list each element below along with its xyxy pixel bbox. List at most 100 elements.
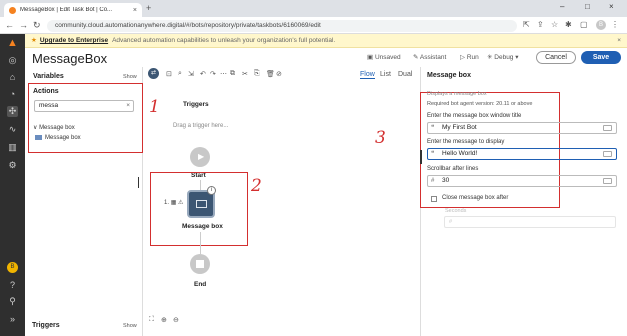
quote-icon: ❝ bbox=[431, 125, 435, 131]
extensions-icon[interactable]: ✱ bbox=[565, 20, 572, 29]
logo-icon: ▲ bbox=[7, 37, 18, 49]
browser-tab-bar: MessageBox | Edit Task Bot | Co... × + –… bbox=[0, 0, 627, 17]
close-banner-icon[interactable]: × bbox=[617, 34, 621, 48]
help-icon[interactable]: ? bbox=[7, 280, 18, 291]
version-requirement: Required bot agent version: 20.11 or abo… bbox=[427, 101, 533, 107]
automation-icon[interactable]: ✣ bbox=[7, 106, 18, 117]
triggers-show-link[interactable]: Show bbox=[123, 323, 137, 329]
disable-icon[interactable]: ⊘ bbox=[276, 70, 282, 78]
cancel-button[interactable]: Cancel bbox=[536, 51, 576, 64]
insert-variable-icon[interactable] bbox=[603, 178, 612, 184]
forward-icon[interactable]: → bbox=[19, 20, 28, 30]
panel-resize-handle[interactable] bbox=[138, 177, 139, 188]
number-icon: # bbox=[431, 178, 435, 184]
close-tab-icon[interactable]: × bbox=[133, 7, 137, 14]
settings-icon[interactable]: ⚙ bbox=[7, 160, 18, 171]
node-label: Message box bbox=[182, 223, 223, 230]
copy-icon[interactable]: ⧉ bbox=[230, 70, 235, 78]
run-icon: ▷ bbox=[460, 54, 467, 61]
undo-icon[interactable]: ↶ bbox=[200, 70, 206, 78]
explore-icon[interactable]: ◎ bbox=[7, 55, 18, 66]
insert-variable-icon[interactable] bbox=[603, 151, 612, 157]
zoom-in-icon[interactable]: ⊕ bbox=[161, 316, 167, 324]
action-group[interactable]: ∨ Message box bbox=[33, 124, 75, 131]
upgrade-banner: ★ Upgrade to Enterprise Advanced automatio… bbox=[25, 34, 627, 48]
browser-tab[interactable]: MessageBox | Edit Task Bot | Co... × bbox=[4, 3, 142, 17]
bookmark-star-icon[interactable]: ☆ bbox=[551, 20, 558, 29]
upgrade-link[interactable]: Upgrade to Enterprise bbox=[40, 37, 108, 44]
annotation-1: 1 bbox=[149, 97, 160, 117]
action-item-message-box[interactable]: Message box bbox=[35, 135, 81, 141]
annotation-2: 2 bbox=[251, 176, 262, 196]
share-icon[interactable]: ⇪ bbox=[537, 20, 544, 29]
scrollbar-lines-value: 30 bbox=[442, 177, 450, 184]
start-node[interactable]: ▶ bbox=[190, 147, 210, 167]
seconds-input[interactable]: # bbox=[444, 216, 616, 228]
notifications-icon[interactable]: ⚲ bbox=[7, 296, 18, 307]
user-badge-icon[interactable]: B bbox=[7, 262, 18, 273]
play-icon: ▶ bbox=[198, 152, 205, 161]
message-input[interactable]: ❝ Hello World! bbox=[427, 148, 617, 160]
paste-icon[interactable]: ⎘ bbox=[254, 70, 260, 78]
assistant-label: Assistant bbox=[419, 54, 447, 61]
tab-title: MessageBox | Edit Task Bot | Co... bbox=[20, 7, 113, 13]
home-icon[interactable]: ⌂ bbox=[7, 72, 18, 83]
chevron-down-icon: ▾ bbox=[513, 54, 519, 61]
action-group-label: Message box bbox=[39, 125, 75, 131]
tab-list[interactable]: List bbox=[380, 71, 391, 78]
sidepanel-icon[interactable]: ▢ bbox=[580, 20, 588, 29]
seconds-label: Seconds bbox=[445, 208, 467, 214]
url-field[interactable]: community.cloud.automationanywhere.digit… bbox=[47, 20, 517, 32]
action-description: Displays a message box bbox=[427, 91, 487, 97]
flow-mode-icon[interactable]: ⇄ bbox=[148, 68, 159, 79]
devices-icon[interactable]: ▥ bbox=[7, 142, 18, 153]
properties-title: Message box bbox=[427, 72, 471, 79]
actions-heading: Actions bbox=[33, 88, 59, 95]
menu-icon[interactable]: ⋮ bbox=[611, 20, 619, 29]
back-icon[interactable]: ← bbox=[5, 20, 14, 30]
close-window-icon[interactable]: × bbox=[609, 2, 614, 11]
action-item-label: Message box bbox=[45, 135, 81, 142]
new-tab-icon[interactable]: + bbox=[146, 3, 151, 13]
find-icon[interactable]: ⌕ bbox=[178, 70, 182, 78]
activity-icon[interactable]: ∿ bbox=[7, 124, 18, 135]
profile-avatar[interactable]: B bbox=[596, 20, 606, 30]
insert-variable-icon[interactable] bbox=[603, 125, 612, 131]
dashboard-icon[interactable]: ◔ bbox=[7, 89, 18, 100]
number-icon: # bbox=[449, 219, 453, 225]
tab-flow[interactable]: Flow bbox=[360, 71, 375, 79]
expand-icon[interactable]: ⇲ bbox=[188, 70, 194, 78]
select-icon[interactable]: ⊡ bbox=[166, 70, 172, 78]
tab-dual[interactable]: Dual bbox=[398, 71, 412, 78]
info-icon[interactable]: i bbox=[207, 186, 216, 195]
zoom-out-icon[interactable]: ⊖ bbox=[173, 316, 179, 324]
quote-icon: ❝ bbox=[431, 151, 435, 157]
debug-button[interactable]: ✳ Debug ▾ bbox=[487, 53, 519, 61]
maximize-icon[interactable]: □ bbox=[585, 2, 590, 11]
run-button[interactable]: ▷ Run bbox=[460, 53, 479, 61]
assistant-button[interactable]: ✎ Assistant bbox=[413, 53, 446, 61]
redo-icon[interactable]: ↷ bbox=[210, 70, 216, 78]
close-after-checkbox[interactable] bbox=[431, 196, 437, 202]
message-box-node-icon bbox=[196, 200, 207, 208]
cast-icon[interactable]: ⇱ bbox=[523, 20, 530, 29]
fit-view-icon[interactable]: ⛶ bbox=[149, 316, 154, 324]
minimize-icon[interactable]: – bbox=[560, 2, 564, 11]
more-icon[interactable]: ⋯ bbox=[220, 70, 227, 78]
variables-show-link[interactable]: Show bbox=[123, 74, 137, 80]
end-label: End bbox=[194, 281, 207, 288]
cut-icon[interactable]: ✂ bbox=[242, 70, 248, 78]
reload-icon[interactable]: ↻ bbox=[33, 20, 41, 31]
clear-search-icon[interactable]: × bbox=[126, 101, 130, 111]
actions-search-input[interactable]: messa × bbox=[34, 100, 134, 112]
delete-icon[interactable]: 🗑 bbox=[266, 70, 275, 78]
window-title-input[interactable]: ❝ My First Bot bbox=[427, 122, 617, 134]
panel-resize-handle[interactable] bbox=[420, 150, 422, 164]
scrollbar-lines-input[interactable]: # 30 bbox=[427, 175, 617, 187]
end-node[interactable] bbox=[190, 254, 210, 274]
message-label: Enter the message to display bbox=[427, 139, 505, 145]
save-disk-icon: ▣ bbox=[367, 54, 375, 61]
star-icon: ★ bbox=[31, 37, 37, 44]
save-button[interactable]: Save bbox=[581, 51, 621, 64]
collapse-icon[interactable]: » bbox=[7, 314, 18, 325]
